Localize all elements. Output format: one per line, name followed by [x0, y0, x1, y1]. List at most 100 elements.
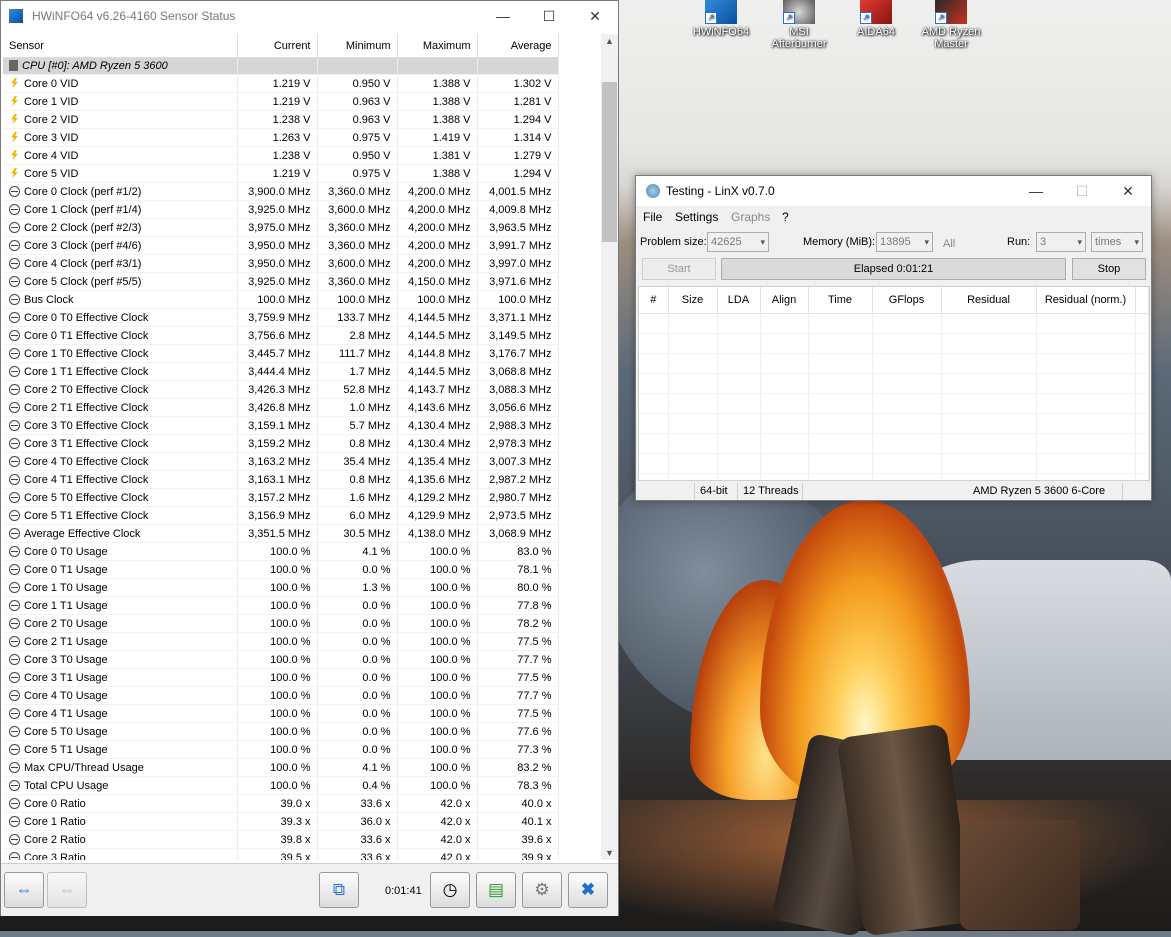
close-button[interactable]: ✕	[1105, 176, 1151, 206]
table-row[interactable]: Core 0 VID 1.219 V 0.950 V 1.388 V 1.302 V	[3, 74, 559, 93]
table-row[interactable]: Core 3 T0 Usage 100.0 % 0.0 % 100.0 % 77.7 %	[3, 650, 559, 669]
table-row[interactable]: Core 5 Clock (perf #5/5) 3,925.0 MHz 3,360…	[3, 272, 559, 291]
sensor-minimum: 6.0 MHz	[317, 506, 398, 525]
table-row[interactable]: Core 1 Clock (perf #1/4) 3,925.0 MHz 3,600…	[3, 200, 559, 219]
table-row[interactable]: Core 1 T1 Effective Clock 3,444.4 MHz 1.7 …	[3, 362, 559, 381]
table-row[interactable]: Core 5 T1 Usage 100.0 % 0.0 % 100.0 % 77.3 %	[3, 740, 559, 759]
expand-layout-button[interactable]: ⇔	[4, 872, 44, 908]
table-row[interactable]: Core 3 Clock (perf #4/6) 3,950.0 MHz 3,360…	[3, 236, 559, 255]
hwinfo-titlebar[interactable]: HWiNFO64 v6.26-4160 Sensor Status — ☐ ✕	[1, 1, 618, 31]
sensor-table[interactable]: Sensor Current Minimum Maximum Average C…	[3, 34, 601, 860]
table-row[interactable]: Core 4 T1 Effective Clock 3,163.1 MHz 0.8 …	[3, 470, 559, 489]
table-row[interactable]: Core 1 T0 Usage 100.0 % 1.3 % 100.0 % 80.0 %	[3, 578, 559, 597]
desktop-icon-hwinfo[interactable]: ↗ HWiNFO64	[686, 0, 756, 38]
scroll-up-arrow[interactable]: ▲	[601, 36, 618, 46]
table-row[interactable]: Core 4 T1 Usage 100.0 % 0.0 % 100.0 % 77.5 %	[3, 704, 559, 723]
table-row[interactable]: Core 0 Clock (perf #1/2) 3,900.0 MHz 3,360…	[3, 182, 559, 201]
column-header-sensor[interactable]: Sensor	[3, 34, 238, 58]
table-row[interactable]: Core 5 T1 Effective Clock 3,156.9 MHz 6.0 …	[3, 506, 559, 525]
column-header-maximum[interactable]: Maximum	[397, 34, 478, 58]
close-sensors-button[interactable]: ✖	[568, 872, 608, 908]
table-row[interactable]: Core 1 VID 1.219 V 0.963 V 1.388 V 1.281 V	[3, 92, 559, 111]
table-row[interactable]: Core 0 T0 Effective Clock 3,759.9 MHz 133.…	[3, 308, 559, 327]
sensor-name: Core 2 Clock (perf #2/3)	[24, 221, 142, 234]
table-row[interactable]: Core 0 Ratio 39.0 x 33.6 x 42.0 x 40.0 x	[3, 794, 559, 813]
reset-timer-button[interactable]: ◷	[430, 872, 470, 908]
start-button[interactable]: Start	[642, 258, 716, 280]
column-header-residual[interactable]: Residual	[941, 287, 1037, 314]
column-header-time[interactable]: Time	[808, 287, 873, 314]
column-header-residual-norm[interactable]: Residual (norm.)	[1036, 287, 1136, 314]
sensor-average: 1.281 V	[477, 92, 559, 111]
table-row[interactable]: Core 4 T0 Effective Clock 3,163.2 MHz 35.4…	[3, 452, 559, 471]
maximize-button[interactable]: ☐	[526, 1, 572, 31]
table-row[interactable]: Core 4 Clock (perf #3/1) 3,950.0 MHz 3,600…	[3, 254, 559, 273]
column-header-average[interactable]: Average	[477, 34, 559, 58]
table-row[interactable]: Core 4 T0 Usage 100.0 % 0.0 % 100.0 % 77.7 %	[3, 686, 559, 705]
all-memory-option[interactable]: All	[943, 238, 955, 250]
minimize-button[interactable]: —	[480, 1, 526, 31]
stop-button[interactable]: Stop	[1072, 258, 1146, 280]
vertical-scrollbar[interactable]: ▲ ▼	[601, 34, 618, 860]
table-row[interactable]: Core 3 T0 Effective Clock 3,159.1 MHz 5.7 …	[3, 416, 559, 435]
table-row[interactable]: Core 3 T1 Usage 100.0 % 0.0 % 100.0 % 77.5 %	[3, 668, 559, 687]
run-unit-select[interactable]: times ▾	[1091, 232, 1143, 252]
table-row[interactable]: Total CPU Usage 100.0 % 0.4 % 100.0 % 78.3 %	[3, 776, 559, 795]
menu-graphs[interactable]: Graphs	[731, 210, 770, 224]
table-row[interactable]: Core 0 T0 Usage 100.0 % 4.1 % 100.0 % 83.0 %	[3, 542, 559, 561]
table-row[interactable]: Core 5 VID 1.219 V 0.975 V 1.388 V 1.294 V	[3, 164, 559, 183]
sensor-average: 77.7 %	[477, 650, 559, 669]
collapse-layout-button[interactable]: ⇔	[47, 872, 87, 908]
sensor-gauge-icon	[9, 815, 20, 827]
column-header-align[interactable]: Align	[760, 287, 809, 314]
settings-button[interactable]: ⚙	[522, 872, 562, 908]
scroll-down-arrow[interactable]: ▼	[601, 848, 618, 858]
menu-help[interactable]: ?	[782, 210, 789, 224]
network-button[interactable]: ⧉	[319, 872, 359, 908]
table-row[interactable]: Core 2 Ratio 39.8 x 33.6 x 42.0 x 39.6 x	[3, 830, 559, 849]
table-row[interactable]: Core 2 T1 Usage 100.0 % 0.0 % 100.0 % 77.5 %	[3, 632, 559, 651]
scroll-thumb[interactable]	[602, 82, 617, 242]
desktop-icon-ryzen-master[interactable]: ↗ AMD Ryzen Master	[916, 0, 986, 50]
table-row[interactable]: Core 1 Ratio 39.3 x 36.0 x 42.0 x 40.1 x	[3, 812, 559, 831]
sensor-maximum: 100.0 %	[397, 668, 478, 687]
table-row[interactable]: Core 3 Ratio 39.5 x 33.6 x 42.0 x 39.9 x	[3, 848, 559, 860]
desktop-icon-afterburner[interactable]: ↗ MSI Afterburner	[764, 0, 834, 50]
menu-settings[interactable]: Settings	[675, 210, 718, 224]
table-row[interactable]: Max CPU/Thread Usage 100.0 % 4.1 % 100.0 % 8…	[3, 758, 559, 777]
run-count-select[interactable]: 3 ▾	[1036, 232, 1086, 252]
table-row[interactable]: Core 4 VID 1.238 V 0.950 V 1.381 V 1.279 V	[3, 146, 559, 165]
table-row[interactable]: Core 0 T1 Effective Clock 3,756.6 MHz 2.8 …	[3, 326, 559, 345]
table-row[interactable]: Core 1 T1 Usage 100.0 % 0.0 % 100.0 % 77.8 %	[3, 596, 559, 615]
table-row[interactable]: Core 2 T0 Effective Clock 3,426.3 MHz 52.8…	[3, 380, 559, 399]
table-row[interactable]: Core 2 T0 Usage 100.0 % 0.0 % 100.0 % 78.2 %	[3, 614, 559, 633]
logging-button[interactable]: ▤	[476, 872, 516, 908]
desktop-icon-aida64[interactable]: ↗ AIDA64	[841, 0, 911, 38]
sensor-group-row[interactable]: CPU [#0]: AMD Ryzen 5 3600	[3, 57, 559, 75]
table-row[interactable]: Core 2 VID 1.238 V 0.963 V 1.388 V 1.294 V	[3, 110, 559, 129]
minimize-button[interactable]: —	[1013, 176, 1059, 206]
table-row[interactable]: Core 5 T0 Effective Clock 3,157.2 MHz 1.6 …	[3, 488, 559, 507]
close-button[interactable]: ✕	[572, 1, 618, 31]
table-row[interactable]: Core 0 T1 Usage 100.0 % 0.0 % 100.0 % 78.1 %	[3, 560, 559, 579]
table-row[interactable]: Core 2 T1 Effective Clock 3,426.8 MHz 1.0 …	[3, 398, 559, 417]
linx-titlebar[interactable]: Testing - LinX v0.7.0 — ☐ ✕	[636, 176, 1151, 206]
menu-file[interactable]: File	[643, 210, 662, 224]
column-header-current[interactable]: Current	[237, 34, 318, 58]
table-row[interactable]: Core 1 T0 Effective Clock 3,445.7 MHz 111.…	[3, 344, 559, 363]
table-row[interactable]: Bus Clock 100.0 MHz 100.0 MHz 100.0 MHz 100.…	[3, 290, 559, 309]
table-row[interactable]: Core 3 T1 Effective Clock 3,159.2 MHz 0.8 …	[3, 434, 559, 453]
column-header-gflops[interactable]: GFlops	[872, 287, 942, 314]
column-header-minimum[interactable]: Minimum	[317, 34, 398, 58]
problem-size-select[interactable]: 42625 ▾	[707, 232, 769, 252]
memory-select[interactable]: 13895 ▾	[876, 232, 933, 252]
column-header-size[interactable]: Size	[668, 287, 718, 314]
column-header-index[interactable]: #	[639, 287, 669, 314]
table-row[interactable]: Core 5 T0 Usage 100.0 % 0.0 % 100.0 % 77.6 %	[3, 722, 559, 741]
column-header-lda[interactable]: LDA	[717, 287, 761, 314]
table-row[interactable]: Average Effective Clock 3,351.5 MHz 30.5 M…	[3, 524, 559, 543]
results-grid[interactable]: # Size LDA Align Time GFlops Residual Re…	[638, 286, 1150, 481]
table-row[interactable]: Core 2 Clock (perf #2/3) 3,975.0 MHz 3,360…	[3, 218, 559, 237]
table-row[interactable]: Core 3 VID 1.263 V 0.975 V 1.419 V 1.314 V	[3, 128, 559, 147]
sensor-average: 77.5 %	[477, 668, 559, 687]
